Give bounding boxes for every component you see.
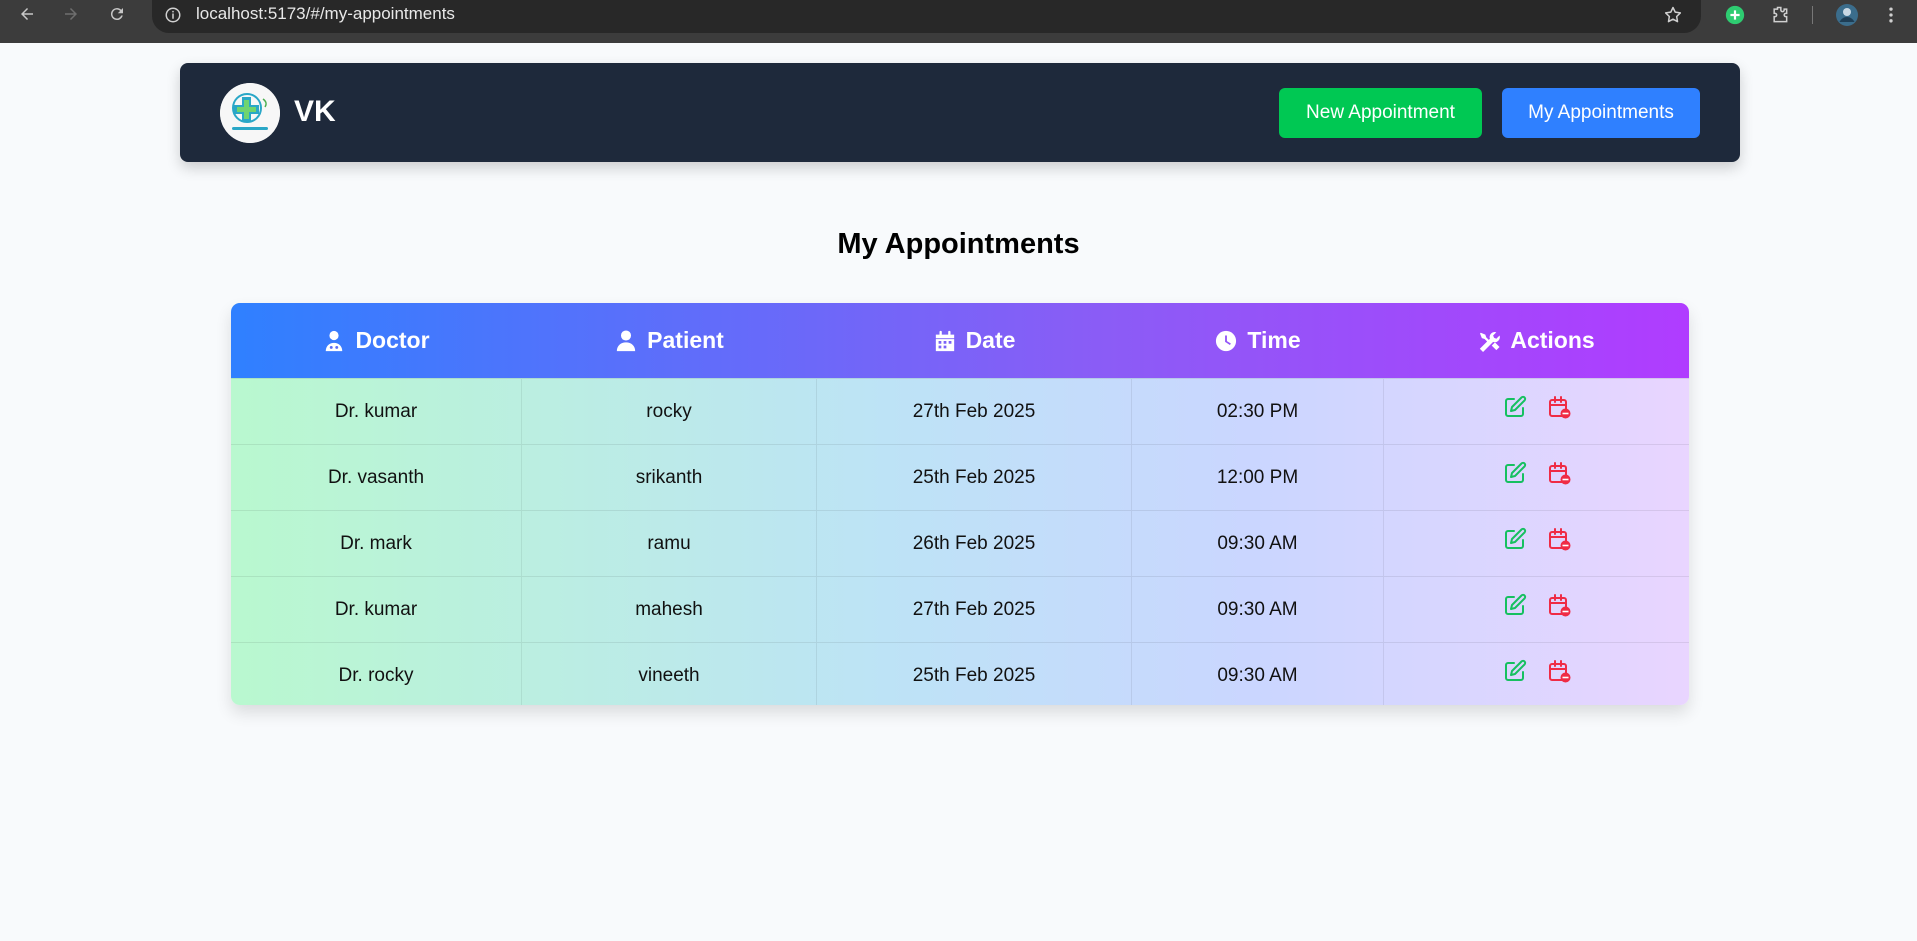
extension-plus-icon[interactable]: [1722, 2, 1748, 28]
column-header-patient: Patient: [522, 303, 817, 378]
doctor-cell: Dr. kumar: [231, 379, 522, 444]
cancel-appointment-icon[interactable]: [1547, 527, 1571, 551]
date-cell: 26th Feb 2025: [817, 511, 1132, 576]
date-cell: 27th Feb 2025: [817, 577, 1132, 642]
edit-icon[interactable]: [1503, 659, 1527, 683]
table-row: Dr. kumar mahesh 27th Feb 2025 09:30 AM: [231, 576, 1689, 642]
column-header-doctor: Doctor: [231, 303, 522, 378]
patient-cell: rocky: [522, 379, 817, 444]
date-cell: 27th Feb 2025: [817, 379, 1132, 444]
patient-cell: srikanth: [522, 445, 817, 510]
edit-icon[interactable]: [1503, 395, 1527, 419]
user-icon: [616, 329, 636, 351]
table-row: Dr. rocky vineeth 25th Feb 2025 09:30 AM: [231, 642, 1689, 705]
date-cell: 25th Feb 2025: [817, 643, 1132, 705]
back-arrow-icon[interactable]: [12, 0, 42, 28]
column-label-time: Time: [1247, 327, 1301, 353]
page-title: My Appointments: [837, 228, 1080, 260]
tools-icon: [1480, 331, 1501, 352]
doctor-cell: Dr. kumar: [231, 577, 522, 642]
edit-icon[interactable]: [1503, 527, 1527, 551]
column-label-doctor: Doctor: [355, 327, 430, 353]
browser-toolbar: localhost:5173/#/my-appointments: [0, 0, 1917, 43]
doctor-cell: Dr. rocky: [231, 643, 522, 705]
column-label-actions: Actions: [1510, 327, 1595, 353]
time-cell: 09:30 AM: [1132, 643, 1384, 705]
table-header: Doctor Patient Date Time Actions: [231, 303, 1689, 378]
new-appointment-button[interactable]: New Appointment: [1279, 88, 1482, 138]
time-cell: 02:30 PM: [1132, 379, 1384, 444]
bookmark-star-icon[interactable]: [1661, 3, 1685, 27]
time-cell: 12:00 PM: [1132, 445, 1384, 510]
actions-cell: [1384, 379, 1689, 444]
edit-icon[interactable]: [1503, 593, 1527, 617]
extensions-puzzle-icon[interactable]: [1767, 2, 1793, 28]
time-cell: 09:30 AM: [1132, 577, 1384, 642]
actions-cell: [1384, 445, 1689, 510]
calendar-icon: [935, 330, 954, 351]
actions-cell: [1384, 643, 1689, 705]
kebab-menu-icon[interactable]: [1878, 2, 1904, 28]
profile-avatar[interactable]: [1834, 2, 1860, 28]
column-header-date: Date: [817, 303, 1132, 378]
table-row: Dr. vasanth srikanth 25th Feb 2025 12:00…: [231, 444, 1689, 510]
column-label-date: Date: [965, 327, 1016, 353]
table-row: Dr. mark ramu 26th Feb 2025 09:30 AM: [231, 510, 1689, 576]
brand-name: VK: [294, 95, 336, 128]
forward-arrow-icon[interactable]: [56, 0, 86, 28]
reload-icon[interactable]: [102, 0, 132, 28]
actions-cell: [1384, 577, 1689, 642]
address-bar[interactable]: localhost:5173/#/my-appointments: [152, 0, 1701, 33]
doctor-cell: Dr. vasanth: [231, 445, 522, 510]
toolbar-divider: [1812, 6, 1813, 24]
column-header-actions: Actions: [1384, 303, 1689, 378]
cancel-appointment-icon[interactable]: [1547, 395, 1571, 419]
doctor-icon: [326, 330, 343, 351]
cancel-appointment-icon[interactable]: [1547, 593, 1571, 617]
cancel-appointment-icon[interactable]: [1547, 659, 1571, 683]
time-cell: 09:30 AM: [1132, 511, 1384, 576]
table-row: Dr. kumar rocky 27th Feb 2025 02:30 PM: [231, 378, 1689, 444]
url-text[interactable]: localhost:5173/#/my-appointments: [196, 4, 455, 24]
patient-cell: vineeth: [522, 643, 817, 705]
edit-icon[interactable]: [1503, 461, 1527, 485]
clinic-logo: [220, 83, 280, 143]
patient-cell: mahesh: [522, 577, 817, 642]
app-header: VK New Appointment My Appointments: [180, 63, 1740, 162]
doctor-cell: Dr. mark: [231, 511, 522, 576]
cancel-appointment-icon[interactable]: [1547, 461, 1571, 485]
column-label-patient: Patient: [647, 327, 724, 353]
actions-cell: [1384, 511, 1689, 576]
column-header-time: Time: [1132, 303, 1384, 378]
date-cell: 25th Feb 2025: [817, 445, 1132, 510]
my-appointments-button[interactable]: My Appointments: [1502, 88, 1700, 138]
patient-cell: ramu: [522, 511, 817, 576]
clock-icon: [1216, 330, 1237, 351]
appointments-table: Doctor Patient Date Time Actions Dr. kum…: [231, 303, 1689, 705]
site-info-icon[interactable]: [162, 4, 184, 26]
